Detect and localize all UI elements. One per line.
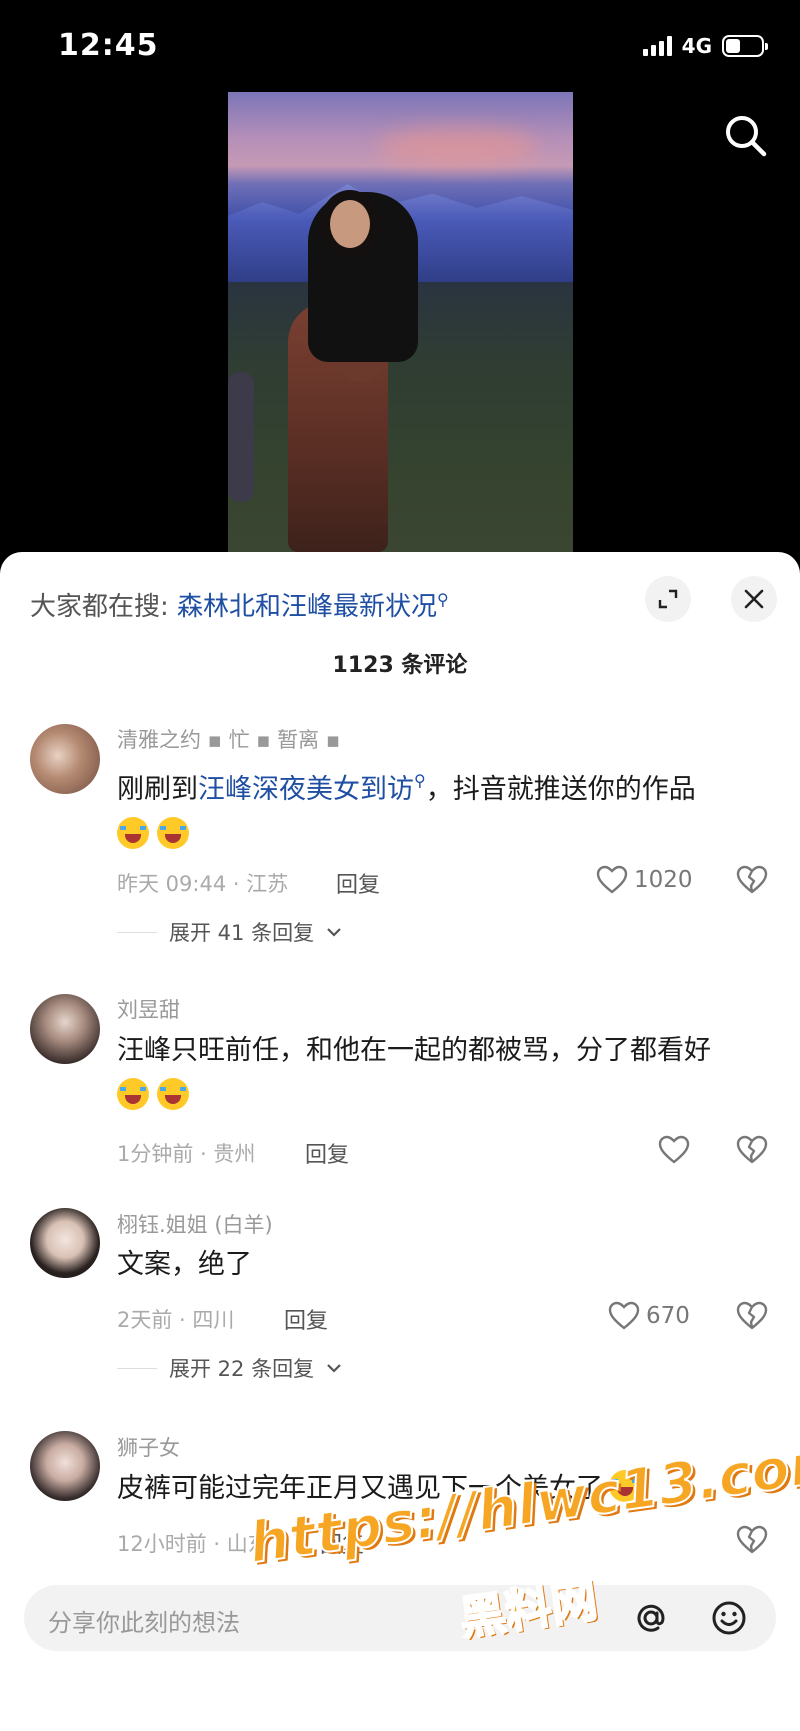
status-indicators: 4G: [642, 34, 768, 58]
search-small-icon: ⚲: [437, 590, 449, 609]
expand-replies-button[interactable]: 展开 41 条回复: [117, 917, 342, 947]
dislike-button[interactable]: [736, 1525, 768, 1559]
close-button[interactable]: [731, 576, 777, 622]
comment-text: 汪峰只旺前任，和他在一起的都被骂，分了都看好: [117, 1028, 757, 1120]
avatar[interactable]: [30, 994, 100, 1064]
status-time: 12:45: [58, 28, 159, 63]
dislike-button[interactable]: [736, 865, 768, 899]
comment-text-part: 刚刷到: [117, 774, 198, 805]
comment-username[interactable]: 狮子女: [117, 1432, 180, 1462]
expand-button[interactable]: [645, 576, 691, 622]
avatar[interactable]: [30, 1431, 100, 1501]
dislike-button[interactable]: [736, 1301, 768, 1335]
comment-time-location: 昨天 09:44 · 江苏: [117, 872, 289, 896]
comment-username[interactable]: 刘昱甜: [117, 994, 180, 1024]
like-button[interactable]: [658, 1135, 696, 1165]
status-bar: 12:45 4G: [0, 0, 800, 96]
crying-laughing-emoji: [157, 817, 189, 849]
comment-username[interactable]: 栩钰.姐姐 (白羊): [117, 1209, 273, 1239]
comment-input-bar[interactable]: 分享你此刻的想法: [24, 1585, 776, 1651]
comment-input[interactable]: 分享你此刻的想法: [48, 1603, 240, 1638]
comment-time-location: 12小时前 · 山东: [117, 1532, 269, 1556]
expand-replies-label: 展开 22 条回复: [169, 1357, 315, 1381]
signal-icon: [642, 36, 672, 56]
like-button[interactable]: 1020: [596, 865, 693, 895]
trending-search[interactable]: 大家都在搜: 森林北和汪峰最新状况⚲: [30, 586, 449, 623]
comment-time-location: 1分钟前 · 贵州: [117, 1142, 256, 1166]
reply-button[interactable]: 回复: [284, 1303, 328, 1335]
trending-prefix: 大家都在搜:: [30, 592, 169, 622]
comment-text-part: 文案，绝了: [117, 1249, 252, 1280]
heart-icon: [596, 865, 628, 894]
broken-heart-icon: [736, 1135, 768, 1164]
avatar[interactable]: [30, 1208, 100, 1278]
comment-text: 文案，绝了: [117, 1242, 757, 1288]
expand-replies-button[interactable]: 展开 22 条回复: [117, 1353, 342, 1383]
search-icon[interactable]: [722, 112, 770, 160]
like-count: 670: [646, 1303, 690, 1329]
broken-heart-icon: [736, 865, 768, 894]
comment-text-part: 汪峰只旺前任，和他在一起的都被骂，分了都看好: [117, 1035, 711, 1066]
heart-icon: [658, 1135, 690, 1164]
emoji-icon[interactable]: [710, 1599, 748, 1637]
at-icon[interactable]: [632, 1599, 670, 1637]
comment-time-location: 2天前 · 四川: [117, 1308, 235, 1332]
dislike-button[interactable]: [736, 1135, 768, 1169]
search-small-icon: ⚲: [414, 771, 426, 790]
avatar[interactable]: [30, 724, 100, 794]
comment-text: 刚刷到汪峰深夜美女到访⚲，抖音就推送你的作品: [117, 758, 757, 859]
video-player[interactable]: [228, 92, 573, 552]
broken-heart-icon: [736, 1301, 768, 1330]
comment-username[interactable]: 清雅之约 ▪ 忙 ▪ 暂离 ▪: [117, 724, 340, 754]
comment-keyword-link[interactable]: 汪峰深夜美女到访: [198, 774, 414, 805]
broken-heart-icon: [736, 1525, 768, 1554]
crying-laughing-emoji: [117, 1078, 149, 1110]
chevron-down-icon: [327, 1364, 341, 1373]
like-count: 1020: [634, 867, 693, 893]
expand-icon: [658, 589, 678, 609]
expand-replies-label: 展开 41 条回复: [169, 921, 315, 945]
crying-laughing-emoji: [117, 817, 149, 849]
reply-button[interactable]: 回复: [336, 867, 380, 899]
network-type: 4G: [681, 34, 712, 58]
reply-button[interactable]: 回复: [305, 1137, 349, 1169]
comment-count: 1123 条评论: [332, 653, 468, 678]
chevron-down-icon: [327, 928, 341, 937]
battery-icon: [722, 35, 768, 57]
comment-text-part: ，抖音就推送你的作品: [425, 774, 696, 805]
heart-icon: [608, 1301, 640, 1330]
like-button[interactable]: 670: [608, 1301, 690, 1331]
close-icon: [744, 589, 764, 609]
trending-keyword[interactable]: 森林北和汪峰最新状况: [177, 592, 437, 622]
crying-laughing-emoji: [157, 1078, 189, 1110]
